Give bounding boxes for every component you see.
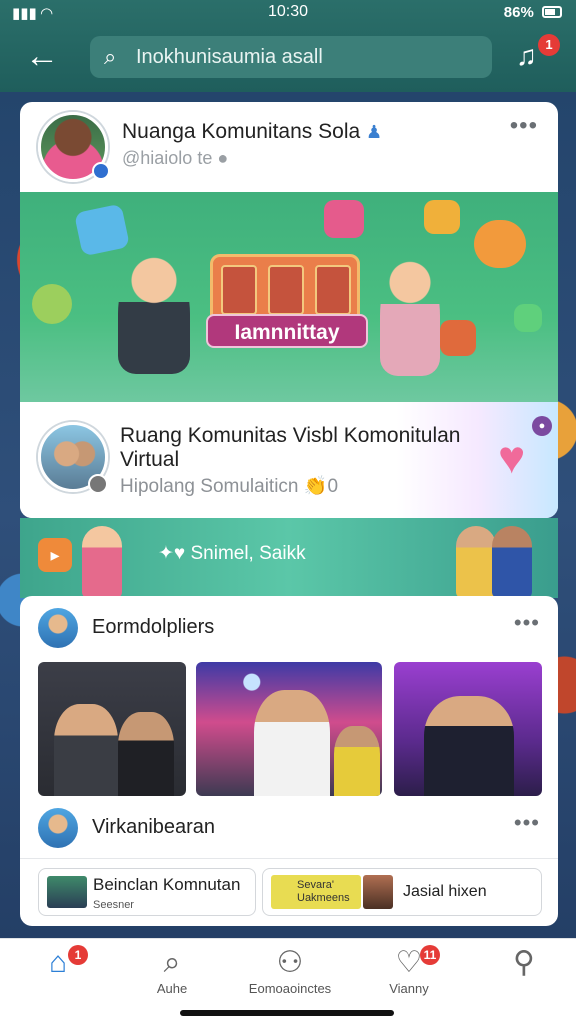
more-options-icon[interactable]: ••• (514, 610, 540, 636)
nav-badge: 11 (420, 945, 440, 965)
search-input[interactable]: ⌕ Inokhunisaumia asall (90, 36, 492, 78)
small-badge-icon: ● (532, 416, 552, 436)
battery-percent: 86% (503, 4, 534, 21)
promo-tag: Sevara' Uakmeens (271, 875, 361, 909)
back-arrow-icon[interactable]: ← (22, 38, 62, 78)
divider (20, 858, 558, 859)
music-note-icon: ♫ (516, 40, 537, 71)
home-indicator (180, 1010, 394, 1016)
section-header: Virkanibearan ••• (20, 796, 558, 858)
status-time: 10:30 (267, 3, 309, 20)
chat-bubble-icon (73, 203, 131, 257)
cartoon-cart-figure (82, 526, 122, 598)
reactions-strip: ▸ ✦♥ Snimel, Saikk (20, 518, 558, 598)
frame-photo (221, 265, 257, 315)
sparkle-heart-icon: ✦♥ (158, 543, 186, 564)
group-title: Ruang Komunitas Visbl Komonitulan Virtua… (120, 424, 461, 471)
frame-photo (268, 265, 304, 315)
leaf-bubble-icon (514, 304, 542, 332)
community-banner-image: Iamnnittay (20, 192, 558, 402)
nav-profile[interactable]: ⚲ (504, 945, 544, 981)
nav-communities[interactable]: ⚇ Eomoaoinctes (240, 945, 340, 996)
group-info[interactable]: Ruang Komunitas Visbl Komonitulan Virtua… (20, 402, 558, 518)
person-figure (118, 712, 174, 796)
notifications-button[interactable]: ♫ 1 (516, 34, 560, 80)
cartoon-woman-figure (380, 256, 440, 376)
nav-search[interactable]: ⌕ Auhe (150, 945, 194, 996)
nav-label: Auhe (156, 981, 188, 996)
battery-icon (542, 6, 562, 18)
section-avatar[interactable] (38, 608, 78, 648)
reactions-label: Snimel, Saikk (190, 543, 306, 564)
banner-label: Iamnnittay (206, 314, 368, 348)
gear-bubble-icon (440, 320, 476, 356)
search-icon: ⌕ (104, 44, 117, 69)
cartoon-figure (456, 526, 496, 598)
group-subtitle: Hipolang Somulaiticn 👏0 (120, 474, 338, 498)
person-figure (334, 726, 380, 796)
section-avatar[interactable] (38, 808, 78, 848)
more-options-icon[interactable]: ••• (510, 112, 538, 140)
globe-icon: ● (217, 148, 229, 168)
cartoon-figure (492, 526, 532, 598)
chip-thumbnail (363, 875, 393, 909)
chip-title: Beinclan Komnutan (93, 875, 241, 894)
community-chip[interactable]: Beinclan Komnutan Seesner (38, 868, 256, 916)
community-chip[interactable]: Sevara' Uakmeens Jasial hixen (262, 868, 542, 916)
community-post-card: Nuanga Komunitans Sola ♟ @hiaiolo te ● •… (20, 102, 558, 518)
status-bar: ▮▮▮ ◠ 10:30 86% (0, 0, 576, 26)
cartoon-man-figure (118, 254, 190, 374)
nav-badge: 1 (68, 945, 88, 965)
profile-icon: ⚲ (513, 946, 535, 979)
chip-subtitle: Seesner (93, 899, 134, 911)
person-figure (254, 690, 330, 796)
photo-thumbnail[interactable] (196, 662, 382, 796)
profile-name-text: Nuanga Komunitans Sola (122, 120, 361, 143)
top-app-bar: ▮▮▮ ◠ 10:30 86% ← ⌕ Inokhunisaumia asall… (0, 0, 576, 92)
photo-thumbnail[interactable] (38, 662, 186, 796)
heart-balloon-icon: ♥ (498, 431, 526, 483)
music-bubble-icon (474, 220, 526, 268)
profile-name[interactable]: Nuanga Komunitans Sola ♟ (122, 120, 382, 144)
nav-messages[interactable]: ♡ Vianny 11 (384, 945, 440, 996)
section-title: Virkanibearan (92, 816, 216, 838)
battery-indicator: 86% (504, 4, 562, 21)
chip-title: Jasial hixen (403, 883, 487, 900)
nav-label: Vianny (389, 981, 429, 996)
section-title: Eormdolpliers (92, 616, 215, 638)
section-header: Eormdolpliers ••• (20, 596, 558, 658)
photo-thumbnail[interactable] (394, 662, 542, 796)
emoji-icon: 👏0 (303, 476, 339, 497)
nav-home[interactable]: ⌂ 1 (38, 945, 88, 981)
chip-thumbnail (47, 876, 87, 908)
nav-label: Eomoaoinctes (248, 981, 332, 996)
photo-bubble-icon (324, 200, 364, 238)
communities-icon: ⚇ (276, 946, 304, 979)
notification-badge: 1 (538, 34, 560, 56)
reactions-text: ✦♥ Snimel, Saikk (158, 542, 306, 565)
heart-bubble-icon (32, 284, 72, 324)
person-figure (54, 704, 118, 796)
frame-photo (315, 265, 351, 315)
search-icon: ⌕ (163, 946, 181, 979)
group-subtitle-text: Hipolang Somulaiticn (120, 476, 299, 497)
search-text: Inokhunisaumia asall (136, 46, 323, 68)
verified-icon (92, 162, 110, 180)
profile-handle-text: @hiaiolo te (122, 148, 213, 168)
star-bubble-icon (424, 200, 460, 234)
person-figure (424, 696, 514, 796)
profile-handle: @hiaiolo te ● (122, 148, 228, 169)
group-status-icon (88, 474, 108, 494)
verified-badge-icon: ♟ (366, 122, 383, 142)
post-header: Nuanga Komunitans Sola ♟ @hiaiolo te ● •… (20, 102, 558, 192)
more-options-icon[interactable]: ••• (514, 810, 540, 836)
feed-card: Eormdolpliers ••• Virkanibearan ••• Bein… (20, 596, 558, 926)
share-icon[interactable]: ▸ (38, 538, 72, 572)
